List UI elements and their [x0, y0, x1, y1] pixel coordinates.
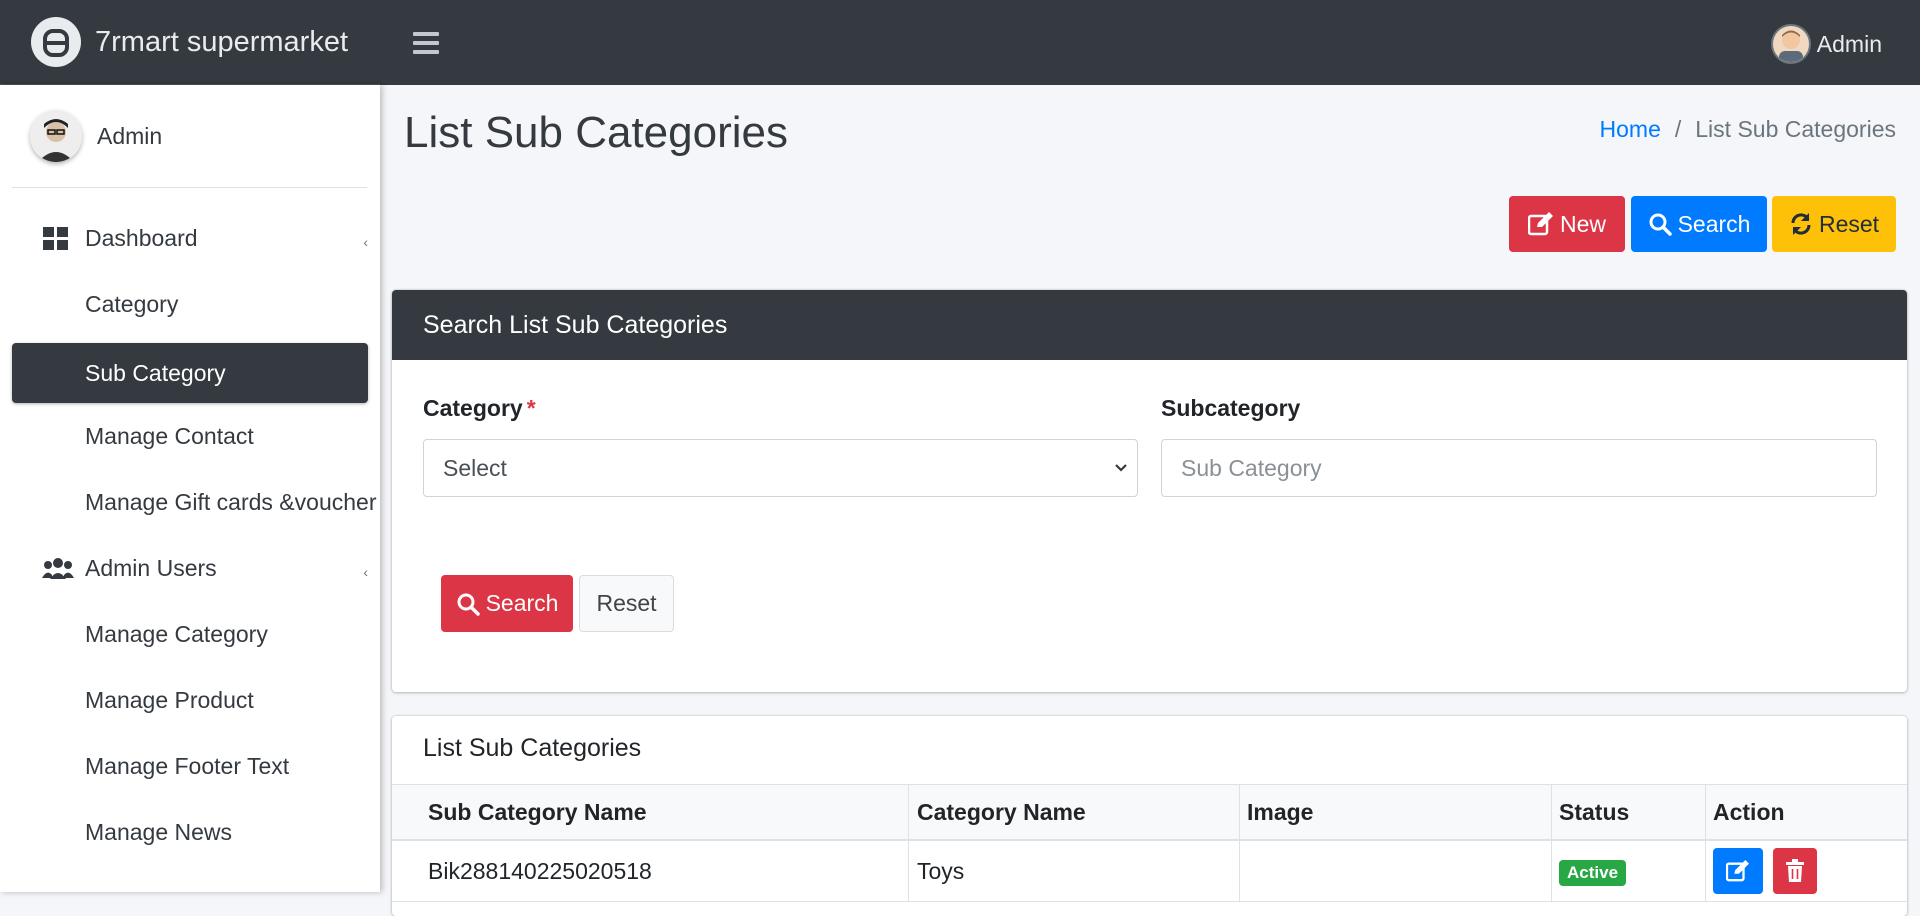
- edit-row-button[interactable]: [1713, 848, 1763, 894]
- breadcrumb-home-link[interactable]: Home: [1600, 116, 1661, 143]
- sidebar-item-label: Manage Gift cards &voucher: [85, 488, 377, 515]
- table-row: Bik288140225020518 Toys Active: [392, 840, 1907, 902]
- search-icon: [457, 593, 480, 616]
- column-header: Action: [1705, 784, 1907, 841]
- sidebar-item-dashboard[interactable]: Dashboard ‹: [12, 208, 368, 268]
- dashboard-icon: [42, 227, 70, 251]
- sidebar-item-label: Manage Contact: [85, 422, 254, 449]
- breadcrumb-separator: /: [1674, 116, 1682, 142]
- table-header-row: Sub Category Name Category Name Image St…: [392, 784, 1907, 841]
- subcategory-table: Sub Category Name Category Name Image St…: [392, 784, 1907, 902]
- new-button[interactable]: New: [1509, 196, 1625, 252]
- status-badge[interactable]: Active: [1559, 859, 1627, 886]
- edit-icon: [1726, 860, 1749, 882]
- menu-toggle-icon[interactable]: [413, 32, 439, 54]
- sidebar: Admin Dashboard ‹ Category Sub Category …: [0, 85, 380, 892]
- user-menu[interactable]: Admin: [1770, 24, 1882, 64]
- caret-left-icon: ‹: [363, 234, 368, 250]
- subcategory-label: Subcategory: [1161, 395, 1301, 421]
- search-button-label: Search: [1677, 210, 1751, 237]
- reset-form-button[interactable]: Reset: [579, 575, 674, 632]
- sidebar-item-manage-footer-text[interactable]: Manage Footer Text: [12, 736, 368, 796]
- search-card-title: Search List Sub Categories: [392, 290, 1907, 360]
- chevron-down-icon: [1115, 464, 1127, 472]
- edit-icon: [1527, 212, 1553, 236]
- search-submit-label: Search: [485, 590, 559, 616]
- sidebar-item-sub-category[interactable]: Sub Category: [12, 343, 368, 403]
- reset-button[interactable]: Reset: [1772, 196, 1896, 252]
- users-icon: [42, 557, 74, 581]
- list-card: List Sub Categories Sub Category Name Ca…: [392, 716, 1907, 916]
- category-name-cell: Toys: [908, 840, 1240, 902]
- search-icon: [1649, 213, 1672, 236]
- column-header[interactable]: Image: [1239, 784, 1552, 841]
- sidebar-item-label: Manage Footer Text: [85, 752, 290, 779]
- refresh-icon: [1791, 213, 1811, 235]
- sidebar-user-name: Admin: [97, 122, 163, 149]
- sidebar-item-label: Sub Category: [85, 359, 226, 386]
- breadcrumb-current: List Sub Categories: [1695, 116, 1896, 142]
- category-select[interactable]: Select: [423, 439, 1138, 497]
- top-navbar: 7rmart supermarket Admin: [0, 0, 1920, 85]
- reset-form-label: Reset: [596, 590, 657, 616]
- sidebar-item-label: Dashboard: [85, 224, 198, 251]
- sidebar-item-manage-news[interactable]: Manage News: [12, 802, 368, 862]
- list-card-title: List Sub Categories: [423, 734, 642, 762]
- search-submit-button[interactable]: Search: [441, 575, 573, 632]
- avatar: [1770, 24, 1811, 64]
- sidebar-item-label: Manage News: [85, 818, 233, 845]
- brand-logo-icon: [31, 17, 81, 67]
- trash-icon: [1786, 859, 1805, 882]
- sidebar-item-label: Manage Category: [85, 620, 268, 647]
- required-mark: *: [526, 395, 536, 421]
- column-header[interactable]: Category Name: [908, 784, 1240, 841]
- delete-row-button[interactable]: [1773, 848, 1818, 894]
- search-card: Search List Sub Categories Category * Sel…: [392, 290, 1907, 692]
- action-cell: [1705, 840, 1907, 902]
- subcategory-placeholder: Sub Category: [1181, 454, 1322, 481]
- sidebar-item-label: Manage Product: [85, 686, 254, 713]
- sidebar-item-admin-users[interactable]: Admin Users ‹: [12, 538, 368, 598]
- status-cell: Active: [1551, 840, 1706, 902]
- sidebar-item-manage-gift-cards[interactable]: Manage Gift cards &voucher: [12, 472, 376, 532]
- image-cell: [1239, 840, 1552, 902]
- new-button-label: New: [1559, 210, 1606, 237]
- caret-left-icon: ‹: [363, 564, 368, 580]
- column-header[interactable]: Status: [1551, 784, 1706, 841]
- category-label: Category *: [423, 395, 536, 422]
- brand-link[interactable]: 7rmart supermarket: [0, 0, 380, 85]
- sub-category-name-cell: Bik288140225020518: [392, 840, 909, 902]
- sidebar-item-label: Admin Users: [85, 554, 217, 581]
- column-header[interactable]: Sub Category Name: [392, 784, 909, 841]
- sidebar-item-manage-product[interactable]: Manage Product: [12, 670, 368, 730]
- category-label-text: Category: [423, 395, 523, 421]
- breadcrumb: Home / List Sub Categories: [1600, 116, 1896, 143]
- search-button[interactable]: Search: [1631, 196, 1767, 252]
- sidebar-user-panel[interactable]: Admin: [12, 85, 367, 188]
- subcategory-input[interactable]: Sub Category: [1161, 439, 1877, 497]
- sidebar-item-label: Category: [85, 290, 179, 317]
- page-title: List Sub Categories: [404, 108, 788, 157]
- avatar: [30, 110, 82, 162]
- reset-button-label: Reset: [1818, 210, 1880, 237]
- sidebar-item-manage-category[interactable]: Manage Category: [12, 604, 368, 664]
- top-user-name: Admin: [1816, 30, 1882, 57]
- brand-text: 7rmart supermarket: [95, 25, 349, 58]
- category-select-value: Select: [443, 454, 507, 481]
- sidebar-item-category[interactable]: Category: [12, 274, 368, 334]
- sidebar-item-manage-contact[interactable]: Manage Contact: [12, 406, 368, 466]
